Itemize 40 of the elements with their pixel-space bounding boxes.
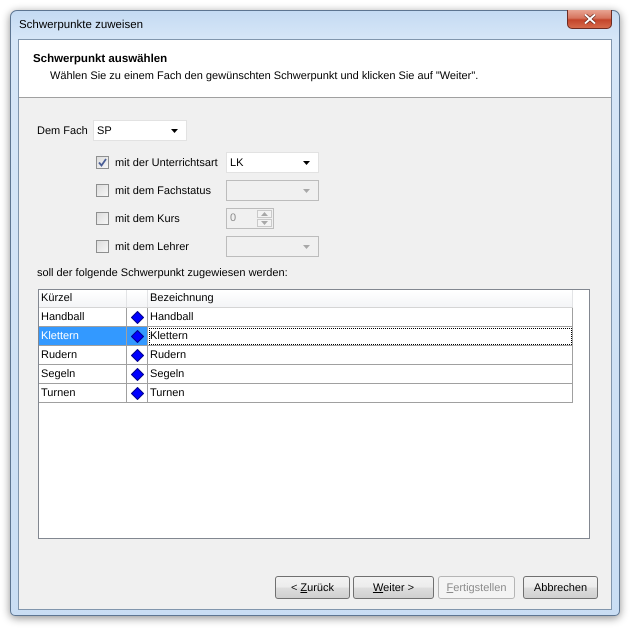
table-cell[interactable]: Segeln <box>39 365 127 384</box>
table-cell[interactable]: Handball <box>148 308 573 327</box>
close-button[interactable] <box>567 10 612 29</box>
check-icon <box>98 158 107 167</box>
column-header[interactable]: Kürzel <box>39 290 127 307</box>
caret-down-icon <box>303 244 310 248</box>
table-cell[interactable]: Rudern <box>39 346 127 365</box>
diamond-icon <box>130 348 144 362</box>
diamond-icon <box>130 310 144 324</box>
caret-down-icon <box>303 160 310 164</box>
column-header[interactable]: Bezeichnung <box>148 290 573 307</box>
diamond-icon <box>130 386 144 400</box>
subject-label: Dem Fach <box>37 124 89 136</box>
table-cell[interactable]: Turnen <box>148 384 573 403</box>
diamond-icon <box>130 368 144 380</box>
checkbox[interactable] <box>96 156 109 169</box>
window-title: Schwerpunkte zuweisen <box>19 18 144 32</box>
caret-down-icon <box>303 188 310 192</box>
table-cell[interactable]: Segeln <box>148 365 573 384</box>
checkbox-label: mit dem Fachstatus <box>115 184 212 196</box>
next-button[interactable]: Weiter > <box>353 576 434 599</box>
header-title: Schwerpunkt auswählen <box>33 52 168 67</box>
subject-dropdown[interactable]: SP <box>93 120 187 141</box>
cancel-button[interactable]: Abbrechen <box>523 576 598 599</box>
header-subtitle: Wählen Sie zu einem Fach den gewünschten Schwerpunkt und klicken Sie auf "Weiter". <box>50 69 480 84</box>
checkbox-label: mit dem Kurs <box>115 212 181 224</box>
caret-up-icon <box>261 212 268 216</box>
back-button[interactable]: < Zurück <box>275 576 350 599</box>
diamond-icon <box>130 330 144 342</box>
table-cell[interactable]: Rudern <box>148 346 573 365</box>
caret-down-icon <box>261 221 268 225</box>
table-cell[interactable]: Handball <box>39 308 127 327</box>
close-icon <box>584 14 596 24</box>
checkbox-label: mit dem Lehrer <box>115 240 190 252</box>
table-cell[interactable]: Turnen <box>39 384 127 403</box>
checkbox-label: mit der Unterrichtsart <box>115 156 219 168</box>
table-cell[interactable]: Klettern <box>148 327 573 346</box>
filter-dropdown[interactable]: LK <box>226 152 319 173</box>
table-caption: soll der folgende Schwerpunkt zugewiesen werden: <box>37 266 289 281</box>
caret-down-icon <box>171 128 178 132</box>
